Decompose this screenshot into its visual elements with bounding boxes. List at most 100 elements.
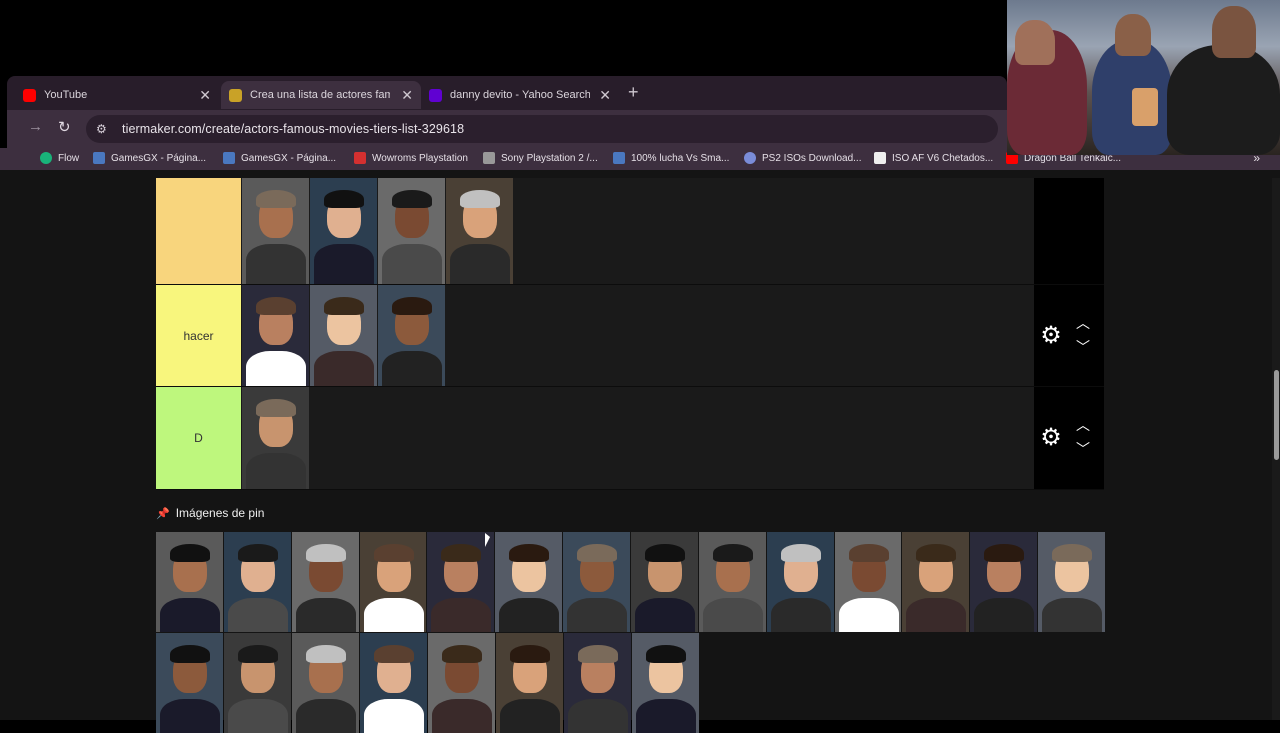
tier-label[interactable]: D [156,387,241,489]
actor-body [450,244,510,284]
tier-board: hacer ⚙ ︿ ﹀ D ⚙ ︿ ﹀ [156,178,1104,490]
reload-icon[interactable]: ↻ [58,118,71,136]
actor-image[interactable] [496,633,563,733]
actor-hair [305,544,346,562]
chevron-up-icon[interactable]: ︿ [1076,415,1090,435]
actor-image[interactable] [446,178,513,284]
close-tab-icon[interactable]: ✕ [199,87,211,104]
pin-icon: 📌 [156,507,170,520]
actor-body [568,699,628,733]
actor-hair [392,297,432,315]
pool-title: 📌 Imágenes de pin [156,506,264,520]
actor-image[interactable] [698,532,766,632]
actor-body [432,699,492,733]
bookmark-item[interactable]: 100% lucha Vs Sma... [613,152,729,164]
site-settings-icon[interactable]: ⚙ [96,122,110,136]
bookmark-label: Flow [58,152,80,164]
actor-image[interactable] [242,387,309,489]
actor-body [382,351,442,386]
actor-image[interactable] [970,532,1038,632]
person-head [1115,14,1151,56]
bookmark-icon [40,152,52,164]
actor-image[interactable] [378,178,445,284]
actor-body [228,699,288,733]
actor-image[interactable] [1038,532,1106,632]
actor-hair [324,190,364,208]
actor-image[interactable] [156,633,223,733]
gear-icon[interactable]: ⚙ [1040,324,1062,348]
actor-image[interactable] [564,633,631,733]
actor-image[interactable] [224,633,291,733]
actor-hair [984,544,1025,562]
actor-image[interactable] [360,633,427,733]
yahoo-icon [429,88,442,102]
actor-body [702,598,763,632]
address-bar[interactable]: ⚙ tiermaker.com/create/actors-famous-mov… [86,115,998,143]
tier-label[interactable] [156,178,241,284]
actor-body [246,453,306,489]
actor-image[interactable] [156,532,223,632]
bookmark-item[interactable]: Flow [40,152,79,164]
close-tab-icon[interactable]: ✕ [401,87,413,104]
tier-row: hacer ⚙ ︿ ﹀ [156,285,1104,387]
actor-body [246,244,306,284]
scrollbar-thumb[interactable] [1274,370,1279,460]
tier-controls [1034,178,1104,284]
actor-image[interactable] [902,532,970,632]
actor-image[interactable] [359,532,427,632]
actor-image[interactable] [242,285,309,386]
actor-image[interactable] [766,532,834,632]
actor-image[interactable] [378,285,445,386]
actor-hair [712,544,753,562]
bookmark-icon [354,152,366,164]
gear-icon[interactable]: ⚙ [1040,426,1062,450]
bookmark-label: Sony Playstation 2 /... [501,152,598,164]
actor-body [227,598,288,632]
bookmark-item[interactable]: GamesGX - Página... [223,152,336,164]
actor-hair [645,544,686,562]
forward-icon[interactable]: → [28,118,43,135]
tab-title: YouTube [44,89,88,101]
tab-tiermaker[interactable]: Crea una lista de actores famos ✕ [221,81,421,109]
actor-image[interactable] [563,532,631,632]
new-tab-icon[interactable]: + [628,82,639,103]
close-tab-icon[interactable]: ✕ [599,87,611,104]
actor-image[interactable] [292,633,359,733]
actor-image[interactable] [495,532,563,632]
bookmark-item[interactable]: PS2 ISOs Download... [744,152,862,164]
actor-body [363,598,424,632]
actor-body [567,598,628,632]
image-pool-row [156,532,1106,632]
actor-body [499,598,560,632]
actor-image[interactable] [428,633,495,733]
tier-items [242,178,514,284]
bookmark-item[interactable]: Wowroms Playstation [354,152,468,164]
chevron-down-icon[interactable]: ﹀ [1076,439,1090,459]
tab-youtube[interactable]: YouTube ✕ [23,81,219,109]
actor-image[interactable] [310,178,377,284]
actor-hair [170,645,210,663]
actor-hair [577,544,618,562]
actor-image[interactable] [834,532,902,632]
actor-hair [646,645,686,663]
actor-image[interactable] [427,532,495,632]
bookmark-item[interactable]: ISO AF V6 Chetados... [874,152,993,164]
chevron-up-icon[interactable]: ︿ [1076,313,1090,333]
actor-hair [306,645,346,663]
actor-image[interactable] [223,532,291,632]
tab-yahoo[interactable]: danny devito - Yahoo Search Tu ✕ [429,81,619,109]
actor-image[interactable] [631,532,698,632]
actor-image[interactable] [632,633,699,733]
actor-body [500,699,560,733]
actor-image[interactable] [291,532,359,632]
bookmark-item[interactable]: GamesGX - Página... [93,152,206,164]
chevron-down-icon[interactable]: ﹀ [1076,337,1090,357]
tier-label[interactable]: hacer [156,285,241,386]
actor-image[interactable] [310,285,377,386]
actor-hair [374,645,414,663]
tier-items [242,387,310,489]
bookmark-item[interactable]: Sony Playstation 2 /... [483,152,598,164]
actor-body [770,598,831,632]
actor-image[interactable] [242,178,309,284]
youtube-icon [23,88,36,102]
